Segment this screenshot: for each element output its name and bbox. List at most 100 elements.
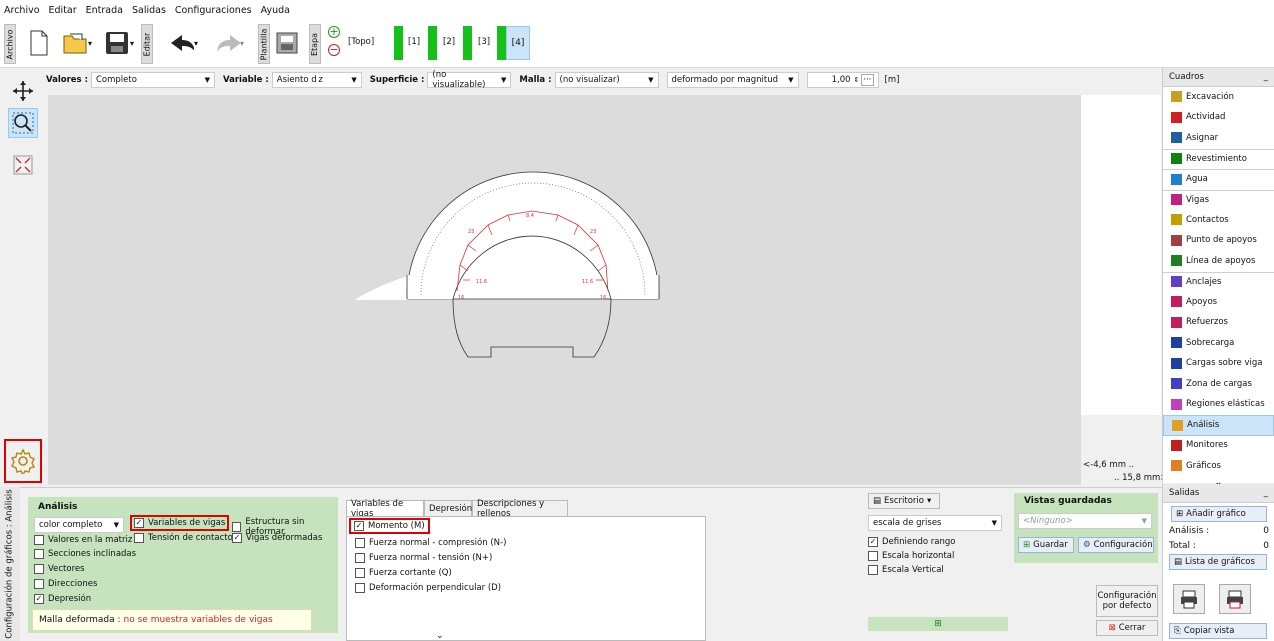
stage-1[interactable]: [1] (408, 37, 420, 47)
cerrar-button[interactable]: ⊠ Cerrar (1096, 620, 1158, 636)
new-file-icon[interactable] (24, 26, 54, 60)
minimize-icon[interactable]: _ (1264, 72, 1268, 82)
chk-escala-vertical[interactable]: Escala Vertical (868, 565, 944, 575)
cuadros-item-graphs[interactable]: Gráficos (1163, 456, 1274, 477)
cuadros-item-load-zone[interactable]: Zona de cargas (1163, 374, 1274, 395)
deform-select[interactable]: deformado por magnitud ▼ (666, 72, 799, 88)
chevron-down-icon[interactable]: ⌄ (436, 631, 444, 641)
default-config-button[interactable]: Configuración por defecto (1096, 585, 1158, 617)
cuadros-item-assign[interactable]: Asignar (1163, 128, 1274, 149)
stage-bar-3 (463, 26, 472, 60)
tab-variables-vigas[interactable]: Variables de vigas (346, 499, 424, 519)
cuadros-item-props[interactable]: Apoyos (1163, 292, 1274, 313)
cuadros-item-anchors[interactable]: Anclajes (1163, 271, 1274, 293)
tab-descripciones[interactable]: Descripciones y rellenos (472, 499, 568, 519)
cuadros-item-elastic-regions[interactable]: Regiones elásticas (1163, 395, 1274, 416)
chk-secciones[interactable]: Secciones inclinadas (34, 549, 136, 559)
menu-ayuda[interactable]: Ayuda (261, 5, 290, 16)
malla-select[interactable]: (no visualizar) ▼ (554, 72, 659, 88)
print-preview-icon[interactable] (1219, 584, 1251, 614)
opt-deformacion[interactable]: Deformación perpendicular (D) (355, 583, 501, 593)
saved-views-select[interactable]: <Ninguno> ▼ (1018, 513, 1152, 529)
cuadros-item-analysis[interactable]: Análisis (1163, 415, 1274, 436)
chk-direcciones[interactable]: Direcciones (34, 579, 97, 589)
cuadros-item-excavation[interactable]: Excavación (1163, 87, 1274, 108)
save-icon[interactable]: ▾ (104, 26, 134, 60)
etapa-tab[interactable]: Etapa (309, 24, 321, 64)
menu-archivo[interactable]: Archivo (4, 5, 40, 16)
opt-cortante[interactable]: Fuerza cortante (Q) (355, 568, 452, 578)
chk-tension-contacto[interactable]: Tensión de contacto (134, 533, 233, 543)
guardar-button[interactable]: ⊞ Guardar (1018, 537, 1074, 553)
open-folder-icon[interactable]: ▾ (62, 26, 92, 60)
pan-icon[interactable] (8, 76, 38, 106)
lining-icon (1171, 153, 1182, 165)
cuadros-item-contacts[interactable]: Contactos (1163, 210, 1274, 231)
checkbox-checked-icon: ✓ (232, 533, 242, 543)
escritorio-button[interactable]: ▤ Escritorio ▾ (868, 493, 940, 509)
stage-3[interactable]: [3] (478, 37, 490, 47)
color-mode-select[interactable]: color completo ▼ (34, 517, 124, 533)
menu-editar[interactable]: Editar (49, 5, 77, 16)
cuadros-item-water[interactable]: Agua (1163, 169, 1274, 190)
superficie-select[interactable]: (no visualizable) ▼ (427, 70, 512, 90)
analisis-count: 0 (1263, 526, 1269, 536)
add-desktop-icon[interactable]: ⊞ (868, 617, 1008, 631)
opt-normal-compresion[interactable]: Fuerza normal - compresión (N-) (355, 538, 506, 548)
chk-variables-vigas[interactable]: ✓ Variables de vigas (129, 515, 230, 531)
editar-tab[interactable]: Editar (141, 24, 153, 64)
remove-stage-icon[interactable]: − (328, 44, 340, 56)
settings-gear-icon[interactable] (4, 439, 42, 483)
cuadros-item-reinforcement[interactable]: Refuerzos (1163, 313, 1274, 334)
menu-configuraciones[interactable]: Configuraciones (175, 5, 252, 16)
chk-definiendo-rango[interactable]: ✓ Definiendo rango (868, 537, 955, 547)
chk-escala-horizontal[interactable]: Escala horizontal (868, 551, 954, 561)
valores-select[interactable]: Completo ▼ (90, 72, 215, 88)
magnitude-input[interactable]: 1,00 ⇕ ··· (806, 72, 879, 88)
add-stage-icon[interactable]: + (328, 26, 340, 38)
undo-icon[interactable]: ▾ (168, 26, 198, 60)
add-graph-button[interactable]: ⊞ Añadir gráfico (1171, 506, 1267, 522)
redo-icon[interactable]: ▾ (214, 26, 244, 60)
saved-views-value: <Ninguno> (1023, 516, 1073, 526)
stage-4-selected[interactable]: [4] (506, 26, 530, 60)
cuadros-item-line-support[interactable]: Línea de apoyos (1163, 251, 1274, 272)
variable-select[interactable]: Asiento d z ▼ (271, 72, 362, 88)
chk-vigas-deformadas[interactable]: ✓ Vigas deformadas (232, 533, 322, 543)
print-icon[interactable] (1173, 584, 1205, 614)
stage-2[interactable]: [2] (443, 37, 455, 47)
zoom-icon[interactable] (8, 108, 38, 138)
cuadros-item-beams[interactable]: Vigas (1163, 189, 1274, 211)
chk-depresion[interactable]: ✓ Depresión (34, 594, 91, 604)
cuadros-item-lining[interactable]: Revestimiento (1163, 148, 1274, 170)
graphs-icon (1171, 460, 1182, 472)
stage-topo[interactable]: [Topo] (348, 37, 374, 47)
cuadros-item-activity[interactable]: Actividad (1163, 108, 1274, 129)
menu-entrada[interactable]: Entrada (86, 5, 123, 16)
cuadros-item-beam-loads[interactable]: Cargas sobre viga (1163, 354, 1274, 375)
configuracion-button[interactable]: ⚙ Configuración (1078, 537, 1154, 553)
tab-depresion[interactable]: Depresión (424, 500, 472, 516)
zoom-extents-icon[interactable] (8, 150, 38, 180)
copy-view-button[interactable]: ⎘ Copiar vista (1169, 623, 1267, 639)
scale-select[interactable]: escala de grises ▼ (868, 515, 1002, 531)
more-icon[interactable]: ··· (861, 74, 874, 86)
plantilla-tab-label: Plantilla (259, 28, 269, 60)
archivo-tab[interactable]: Archivo (4, 24, 16, 64)
opt-normal-tension[interactable]: Fuerza normal - tensión (N+) (355, 553, 492, 563)
chevron-down-icon: ▾ (926, 496, 932, 506)
graph-list-button[interactable]: ▤ Lista de gráficos (1169, 554, 1267, 570)
cuadros-item-point-support[interactable]: Punto de apoyos (1163, 231, 1274, 252)
template-icon[interactable] (272, 26, 302, 60)
cuadros-item-monitors[interactable]: Monitores (1163, 436, 1274, 457)
plantilla-tab[interactable]: Plantilla (258, 24, 270, 64)
model-canvas[interactable]: 16 16 11.6 11.6 23 23 8.4 (48, 95, 1081, 485)
spinner-icon[interactable]: ⇕ (854, 76, 860, 84)
opt-momento[interactable]: ✓ Momento (M) (349, 518, 430, 534)
cuadros-item-surcharge[interactable]: Sobrecarga (1163, 333, 1274, 354)
chk-valores[interactable]: Valores en la matriz (34, 535, 132, 545)
chk-vectores[interactable]: Vectores (34, 564, 85, 574)
legend-min: <-4,6 mm .. (1083, 460, 1135, 470)
minimize-icon[interactable]: _ (1264, 488, 1268, 498)
menu-salidas[interactable]: Salidas (132, 5, 166, 16)
